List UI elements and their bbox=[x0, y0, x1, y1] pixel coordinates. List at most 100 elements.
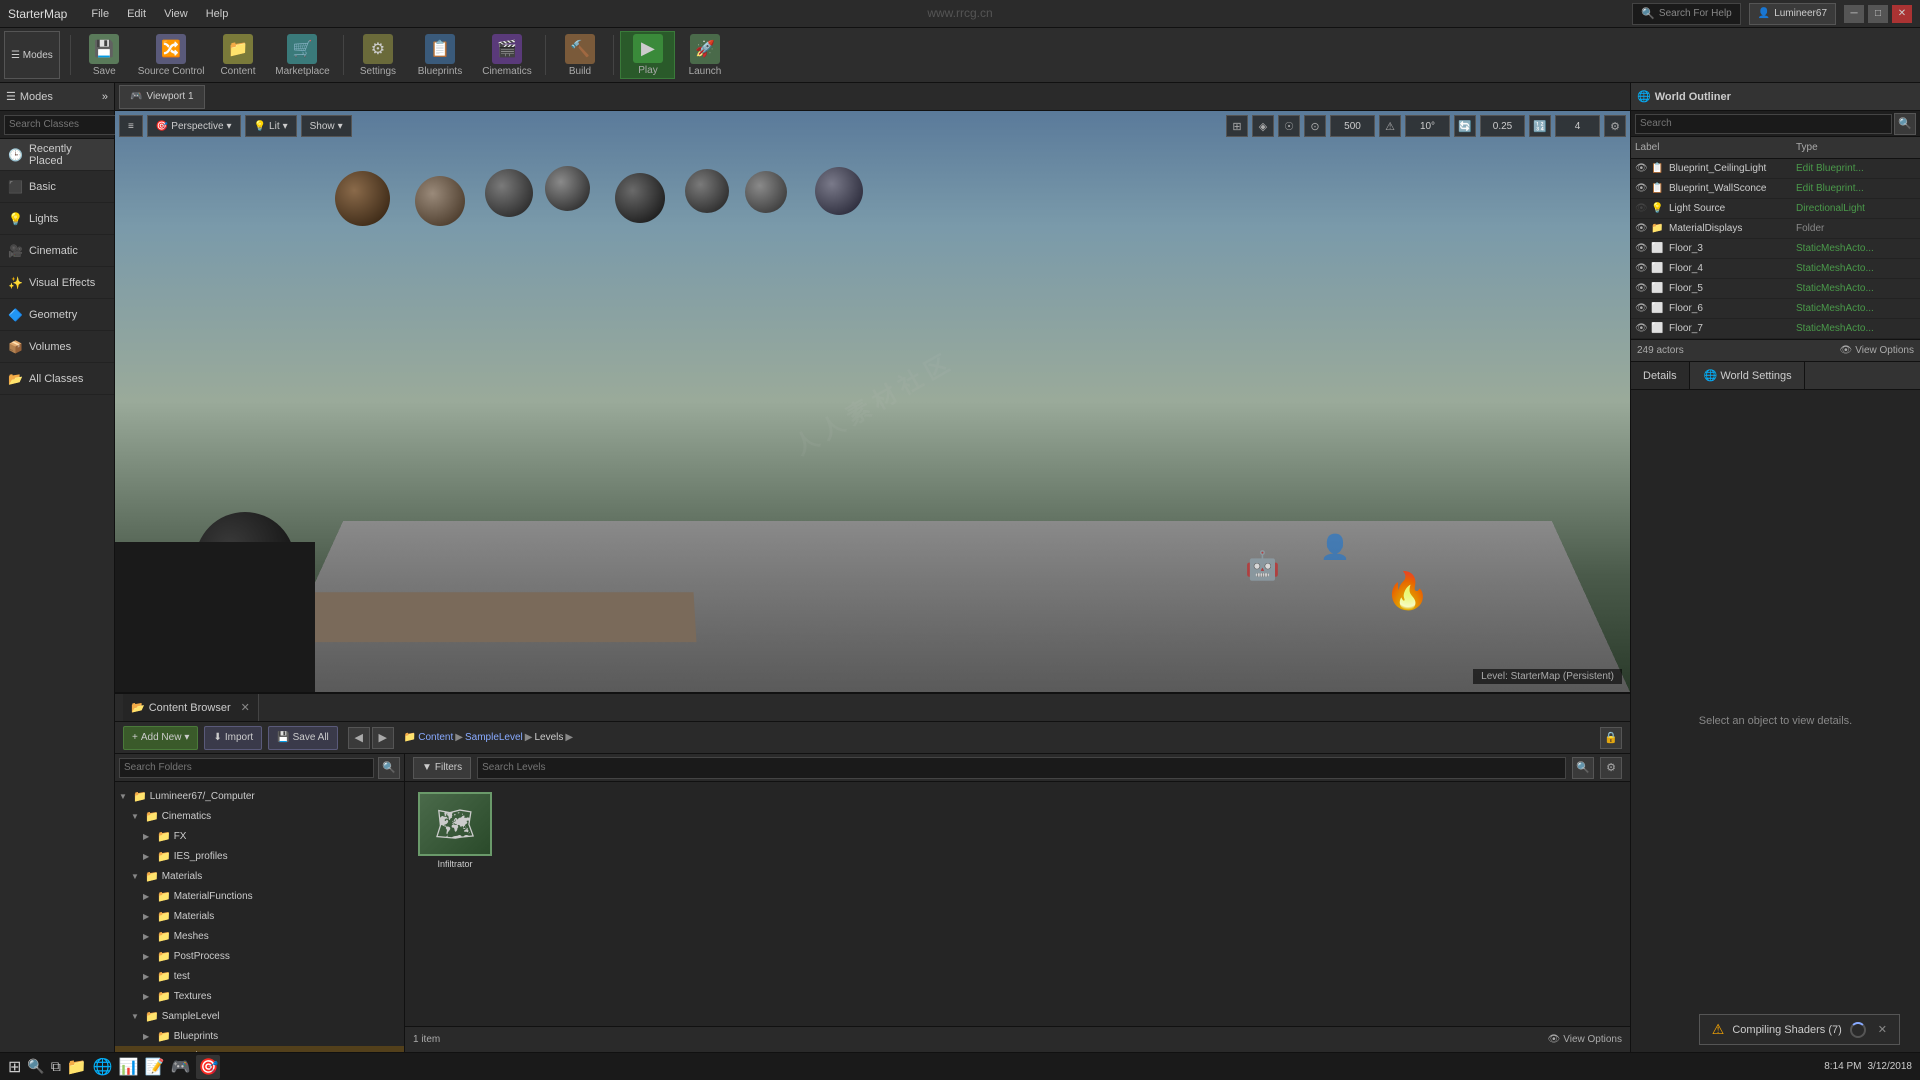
outliner-item-2[interactable]: 👁 💡 Light Source DirectionalLight bbox=[1631, 199, 1920, 219]
save-all-button[interactable]: 💾 Save All bbox=[268, 726, 338, 750]
eye-icon-6[interactable]: 👁 bbox=[1635, 283, 1651, 294]
category-cinematic[interactable]: 🎥 Cinematic bbox=[0, 235, 114, 267]
compiling-close-btn[interactable]: ✕ bbox=[1878, 1023, 1887, 1036]
search-icon[interactable]: 🔍 bbox=[27, 1058, 44, 1075]
outliner-view-options-btn[interactable]: 👁 View Options bbox=[1840, 345, 1914, 356]
category-basic[interactable]: ⬛ Basic bbox=[0, 171, 114, 203]
tree-item-4[interactable]: ▼ 📁 Materials bbox=[115, 866, 404, 886]
outliner-item-6[interactable]: 👁 ⬜ Floor_5 StaticMeshActo... bbox=[1631, 279, 1920, 299]
content-search-input[interactable] bbox=[477, 757, 1566, 779]
eye-icon-2[interactable]: 👁 bbox=[1635, 203, 1651, 214]
cb-forward-btn[interactable]: ▶ bbox=[372, 727, 394, 749]
outliner-search-btn[interactable]: 🔍 bbox=[1894, 113, 1916, 135]
eye-icon-7[interactable]: 👁 bbox=[1635, 303, 1651, 314]
minimize-button[interactable]: ─ bbox=[1844, 5, 1864, 23]
outliner-item-0[interactable]: 👁 📋 Blueprint_CeilingLight Edit Blueprin… bbox=[1631, 159, 1920, 179]
viewport-icon-2[interactable]: ◈ bbox=[1252, 115, 1274, 137]
category-geometry[interactable]: 🔷 Geometry bbox=[0, 299, 114, 331]
outliner-item-1[interactable]: 👁 📋 Blueprint_WallSconce Edit Blueprint.… bbox=[1631, 179, 1920, 199]
app-2[interactable]: 🌐 bbox=[93, 1057, 113, 1077]
filters-button[interactable]: ▼ Filters bbox=[413, 757, 471, 779]
launch-button[interactable]: 🚀 Launch bbox=[677, 31, 732, 79]
menu-edit[interactable]: Edit bbox=[119, 6, 154, 22]
tree-item-5[interactable]: ▶ 📁 MaterialFunctions bbox=[115, 886, 404, 906]
content-search-btn[interactable]: 🔍 bbox=[1572, 757, 1594, 779]
app-1[interactable]: 📁 bbox=[67, 1057, 87, 1077]
expand-icon-6[interactable]: ▶ bbox=[143, 912, 157, 921]
viewport-icon-6[interactable]: 🔄 bbox=[1454, 115, 1476, 137]
viewport[interactable]: 🔥 🤖 👤 人人素材社区 ≡ bbox=[115, 111, 1630, 692]
eye-icon-3[interactable]: 👁 bbox=[1635, 223, 1651, 234]
breadcrumb-samplelevel[interactable]: SampleLevel bbox=[465, 732, 523, 743]
expand-icon-2[interactable]: ▶ bbox=[143, 832, 157, 841]
viewport-icon-5[interactable]: ⚠ bbox=[1379, 115, 1401, 137]
category-lights[interactable]: 💡 Lights bbox=[0, 203, 114, 235]
content-browser-close[interactable]: ✕ bbox=[241, 701, 250, 714]
source-control-button[interactable]: 🔀 Source Control bbox=[134, 31, 209, 79]
category-volumes[interactable]: 📦 Volumes bbox=[0, 331, 114, 363]
viewport-options-btn[interactable]: ≡ bbox=[119, 115, 143, 137]
content-button[interactable]: 📁 Content bbox=[210, 31, 265, 79]
cb-back-btn[interactable]: ◀ bbox=[348, 727, 370, 749]
angle-field[interactable]: 10° bbox=[1405, 115, 1450, 137]
folder-search-btn[interactable]: 🔍 bbox=[378, 757, 400, 779]
start-icon[interactable]: ⊞ bbox=[8, 1057, 21, 1077]
viewport-icon-7[interactable]: 🔢 bbox=[1529, 115, 1551, 137]
play-button[interactable]: ▶ Play bbox=[620, 31, 675, 79]
expand-icon-0[interactable]: ▼ bbox=[119, 792, 133, 801]
cb-lock-btn[interactable]: 🔒 bbox=[1600, 727, 1622, 749]
num-field[interactable]: 4 bbox=[1555, 115, 1600, 137]
tree-item-3[interactable]: ▶ 📁 IES_profiles bbox=[115, 846, 404, 866]
content-settings-btn[interactable]: ⚙ bbox=[1600, 757, 1622, 779]
details-tab[interactable]: Details bbox=[1631, 362, 1690, 389]
expand-icon-3[interactable]: ▶ bbox=[143, 852, 157, 861]
breadcrumb-content[interactable]: Content bbox=[418, 732, 453, 743]
save-button[interactable]: 💾 Save bbox=[77, 31, 132, 79]
perspective-btn[interactable]: 🎯 Perspective ▾ bbox=[147, 115, 241, 137]
tree-item-2[interactable]: ▶ 📁 FX bbox=[115, 826, 404, 846]
modes-expand-btn[interactable]: » bbox=[102, 91, 108, 103]
view-options-btn[interactable]: 👁 View Options bbox=[1548, 1034, 1622, 1045]
app-3[interactable]: 📊 bbox=[119, 1057, 139, 1077]
menu-file[interactable]: File bbox=[83, 6, 117, 22]
folder-search-input[interactable] bbox=[119, 758, 374, 778]
outliner-item-5[interactable]: 👁 ⬜ Floor_4 StaticMeshActo... bbox=[1631, 259, 1920, 279]
eye-icon-1[interactable]: 👁 bbox=[1635, 183, 1651, 194]
tree-item-10[interactable]: ▶ 📁 Textures bbox=[115, 986, 404, 1006]
tree-item-9[interactable]: ▶ 📁 test bbox=[115, 966, 404, 986]
viewport-icon-1[interactable]: ⊞ bbox=[1226, 115, 1248, 137]
outliner-item-3[interactable]: 👁 📁 MaterialDisplays Folder bbox=[1631, 219, 1920, 239]
eye-icon-5[interactable]: 👁 bbox=[1635, 263, 1651, 274]
tree-item-8[interactable]: ▶ 📁 PostProcess bbox=[115, 946, 404, 966]
marketplace-button[interactable]: 🛒 Marketplace bbox=[267, 31, 337, 79]
tree-item-6[interactable]: ▶ 📁 Materials bbox=[115, 906, 404, 926]
menu-help[interactable]: Help bbox=[198, 6, 237, 22]
scale-field[interactable]: 0.25 bbox=[1480, 115, 1525, 137]
expand-icon-5[interactable]: ▶ bbox=[143, 892, 157, 901]
category-recently-placed[interactable]: 🕒 Recently Placed bbox=[0, 139, 114, 171]
outliner-search-input[interactable] bbox=[1635, 114, 1892, 134]
expand-icon-9[interactable]: ▶ bbox=[143, 972, 157, 981]
content-browser-tab[interactable]: 📂 Content Browser ✕ bbox=[123, 694, 259, 721]
import-button[interactable]: ⬇ Import bbox=[204, 726, 262, 750]
tree-item-11[interactable]: ▼ 📁 SampleLevel bbox=[115, 1006, 404, 1026]
expand-icon-4[interactable]: ▼ bbox=[131, 872, 145, 881]
outliner-item-7[interactable]: 👁 ⬜ Floor_6 StaticMeshActo... bbox=[1631, 299, 1920, 319]
taskview-icon[interactable]: ⧉ bbox=[51, 1058, 61, 1075]
category-visual-effects[interactable]: ✨ Visual Effects bbox=[0, 267, 114, 299]
expand-icon-7[interactable]: ▶ bbox=[143, 932, 157, 941]
expand-icon-1[interactable]: ▼ bbox=[131, 812, 145, 821]
expand-icon-8[interactable]: ▶ bbox=[143, 952, 157, 961]
grid-size-field[interactable]: 500 bbox=[1330, 115, 1375, 137]
eye-icon-8[interactable]: 👁 bbox=[1635, 323, 1651, 334]
expand-icon-12[interactable]: ▶ bbox=[143, 1032, 157, 1041]
outliner-item-8[interactable]: 👁 ⬜ Floor_7 StaticMeshActo... bbox=[1631, 319, 1920, 339]
app-ue4[interactable]: 🎯 bbox=[196, 1055, 220, 1079]
lit-btn[interactable]: 💡 Lit ▾ bbox=[245, 115, 297, 137]
eye-icon-0[interactable]: 👁 bbox=[1635, 163, 1651, 174]
add-new-button[interactable]: + Add New ▾ bbox=[123, 726, 198, 750]
viewport-icon-8[interactable]: ⚙ bbox=[1604, 115, 1626, 137]
build-button[interactable]: 🔨 Build bbox=[552, 31, 607, 79]
viewport-icon-3[interactable]: ☉ bbox=[1278, 115, 1300, 137]
tree-item-12[interactable]: ▶ 📁 Blueprints bbox=[115, 1026, 404, 1046]
